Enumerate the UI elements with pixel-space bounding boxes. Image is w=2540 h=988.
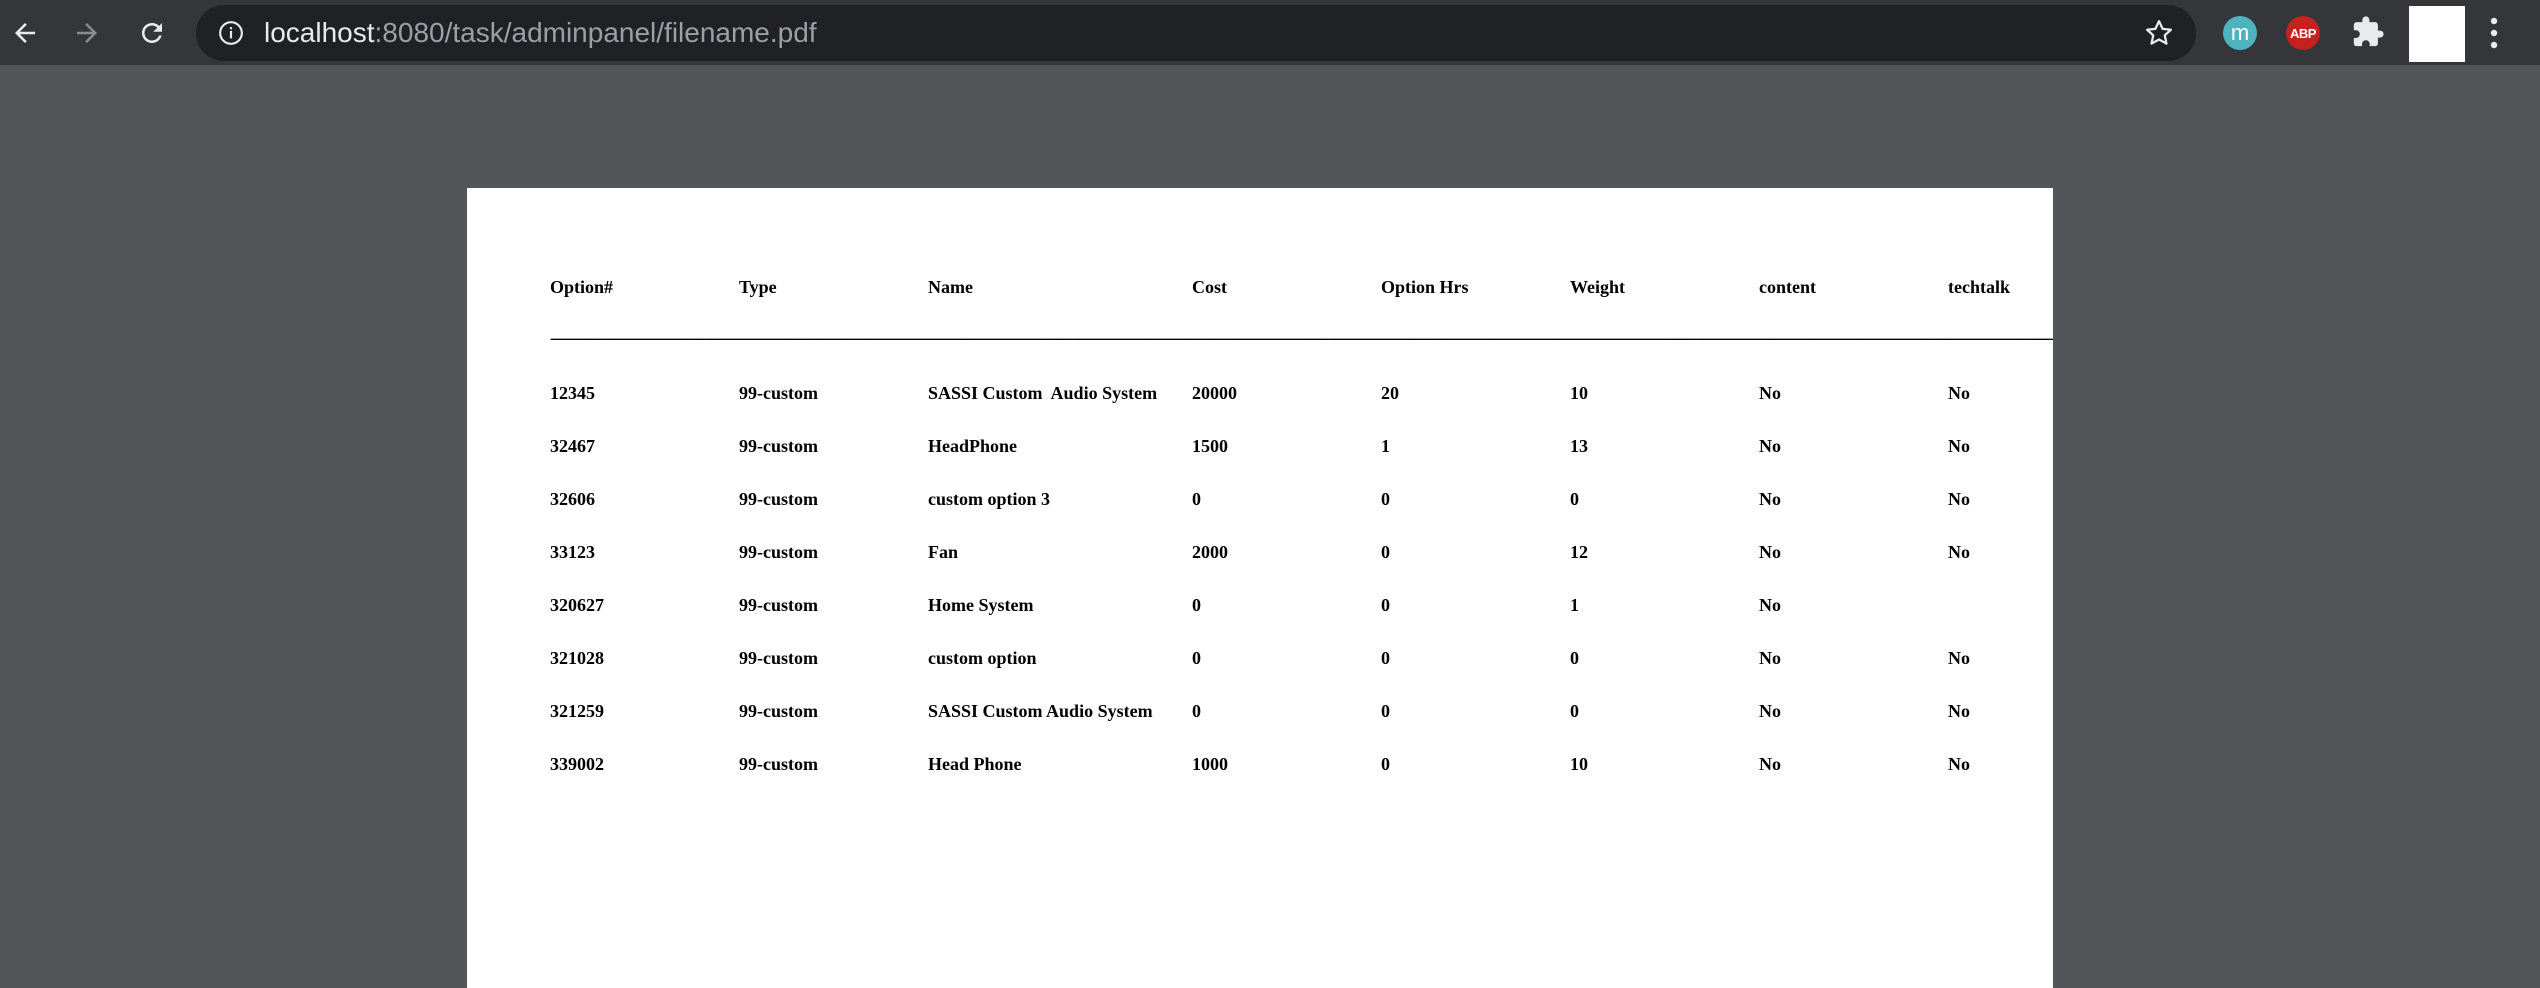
- column-header-type: Type: [739, 277, 777, 297]
- cell-type: 99-custom: [739, 754, 818, 774]
- cell-name: custom option: [928, 648, 1037, 668]
- cell-weight: 0: [1570, 701, 1579, 721]
- cell-option-hrs: 0: [1381, 595, 1390, 615]
- cell-weight: 12: [1570, 542, 1588, 562]
- cell-option-number: 32467: [550, 436, 595, 456]
- column-header-techtalk: techtalk: [1948, 277, 2010, 297]
- back-button[interactable]: [0, 8, 50, 58]
- reload-icon: [142, 23, 162, 43]
- url-text[interactable]: localhost:8080/task/adminpanel/filename.…: [264, 5, 817, 61]
- cell-content: No: [1759, 436, 1781, 456]
- cell-name: custom option 3: [928, 489, 1051, 509]
- cell-techtalk: No: [1948, 383, 1970, 403]
- cell-type: 99-custom: [739, 701, 818, 721]
- column-header-cost: Cost: [1192, 277, 1227, 297]
- cell-option-hrs: 1: [1381, 436, 1390, 456]
- browser-toolbar: localhost:8080/task/adminpanel/filename.…: [0, 0, 2540, 65]
- cell-cost: 20000: [1192, 383, 1237, 403]
- site-info-icon[interactable]: [218, 20, 244, 46]
- cell-techtalk: No: [1948, 754, 1970, 774]
- cell-cost: 2000: [1192, 542, 1228, 562]
- cell-techtalk: No: [1948, 436, 1970, 456]
- cell-cost: 0: [1192, 595, 1201, 615]
- cell-weight: 13: [1570, 436, 1588, 456]
- address-bar[interactable]: localhost:8080/task/adminpanel/filename.…: [196, 5, 2196, 61]
- cell-option-number: 33123: [550, 542, 595, 562]
- column-header-option-hrs: Option Hrs: [1381, 277, 1469, 297]
- extensions-puzzle-icon[interactable]: [2351, 15, 2385, 49]
- cell-cost: 1000: [1192, 754, 1228, 774]
- header-divider: ----------------------------------------…: [550, 332, 2053, 346]
- cell-option-hrs: 0: [1381, 489, 1390, 509]
- cell-option-number: 32606: [550, 489, 595, 509]
- profile-avatar[interactable]: [2409, 6, 2465, 62]
- cell-type: 99-custom: [739, 383, 818, 403]
- column-header-name: Name: [928, 277, 973, 297]
- cell-name: Home System: [928, 595, 1034, 615]
- cell-cost: 0: [1192, 701, 1201, 721]
- cell-content: No: [1759, 383, 1781, 403]
- cell-option-number: 12345: [550, 383, 595, 403]
- cell-option-hrs: 20: [1381, 383, 1399, 403]
- browser-menu-icon[interactable]: [2484, 13, 2504, 53]
- cell-name: HeadPhone: [928, 436, 1018, 456]
- cell-weight: 0: [1570, 648, 1579, 668]
- cell-option-number: 321259: [550, 701, 604, 721]
- cell-name: SASSI Custom Audio System: [928, 383, 1158, 403]
- column-header-content: content: [1759, 277, 1816, 297]
- cell-option-hrs: 0: [1381, 648, 1390, 668]
- cell-content: No: [1759, 701, 1781, 721]
- cell-type: 99-custom: [739, 595, 818, 615]
- bookmark-star-icon[interactable]: [2144, 18, 2174, 48]
- adblock-plus-label: ABP: [2290, 25, 2316, 41]
- cell-type: 99-custom: [739, 648, 818, 668]
- cell-type: 99-custom: [739, 542, 818, 562]
- cell-weight: 1: [1570, 595, 1579, 615]
- cell-option-number: 320627: [550, 595, 604, 615]
- cell-weight: 10: [1570, 383, 1588, 403]
- forward-arrow-icon: [77, 23, 97, 43]
- cell-cost: 0: [1192, 648, 1201, 668]
- url-path: :8080/task/adminpanel/filename.pdf: [374, 17, 817, 48]
- extension-m-icon[interactable]: m: [2223, 16, 2257, 50]
- pdf-page: Option# Type Name Cost Option Hrs Weight conte…: [467, 188, 2053, 988]
- cell-type: 99-custom: [739, 489, 818, 509]
- cell-option-number: 339002: [550, 754, 604, 774]
- cell-weight: 10: [1570, 754, 1588, 774]
- cell-content: No: [1759, 595, 1781, 615]
- cell-content: No: [1759, 648, 1781, 668]
- cell-content: No: [1759, 489, 1781, 509]
- cell-content: No: [1759, 754, 1781, 774]
- column-header-option-number: Option#: [550, 277, 614, 297]
- cell-techtalk: No: [1948, 542, 1970, 562]
- cell-cost: 0: [1192, 489, 1201, 509]
- cell-option-hrs: 0: [1381, 701, 1390, 721]
- extension-m-label: m: [2230, 20, 2250, 45]
- adblock-plus-icon[interactable]: ABP: [2286, 16, 2320, 50]
- cell-option-number: 321028: [550, 648, 604, 668]
- back-arrow-icon: [15, 23, 35, 43]
- reload-button[interactable]: [127, 8, 177, 58]
- cell-cost: 1500: [1192, 436, 1228, 456]
- cell-name: Head Phone: [928, 754, 1022, 774]
- cell-name: SASSI Custom Audio System: [928, 701, 1153, 721]
- column-header-weight: Weight: [1570, 277, 1626, 297]
- cell-techtalk: No: [1948, 489, 1970, 509]
- cell-weight: 0: [1570, 489, 1579, 509]
- cell-techtalk: No: [1948, 648, 1970, 668]
- cell-content: No: [1759, 542, 1781, 562]
- cell-option-hrs: 0: [1381, 754, 1390, 774]
- cell-techtalk: No: [1948, 701, 1970, 721]
- url-host: localhost: [264, 17, 375, 48]
- cell-type: 99-custom: [739, 436, 818, 456]
- forward-button[interactable]: [62, 8, 112, 58]
- cell-name: Fan: [928, 542, 959, 562]
- cell-option-hrs: 0: [1381, 542, 1390, 562]
